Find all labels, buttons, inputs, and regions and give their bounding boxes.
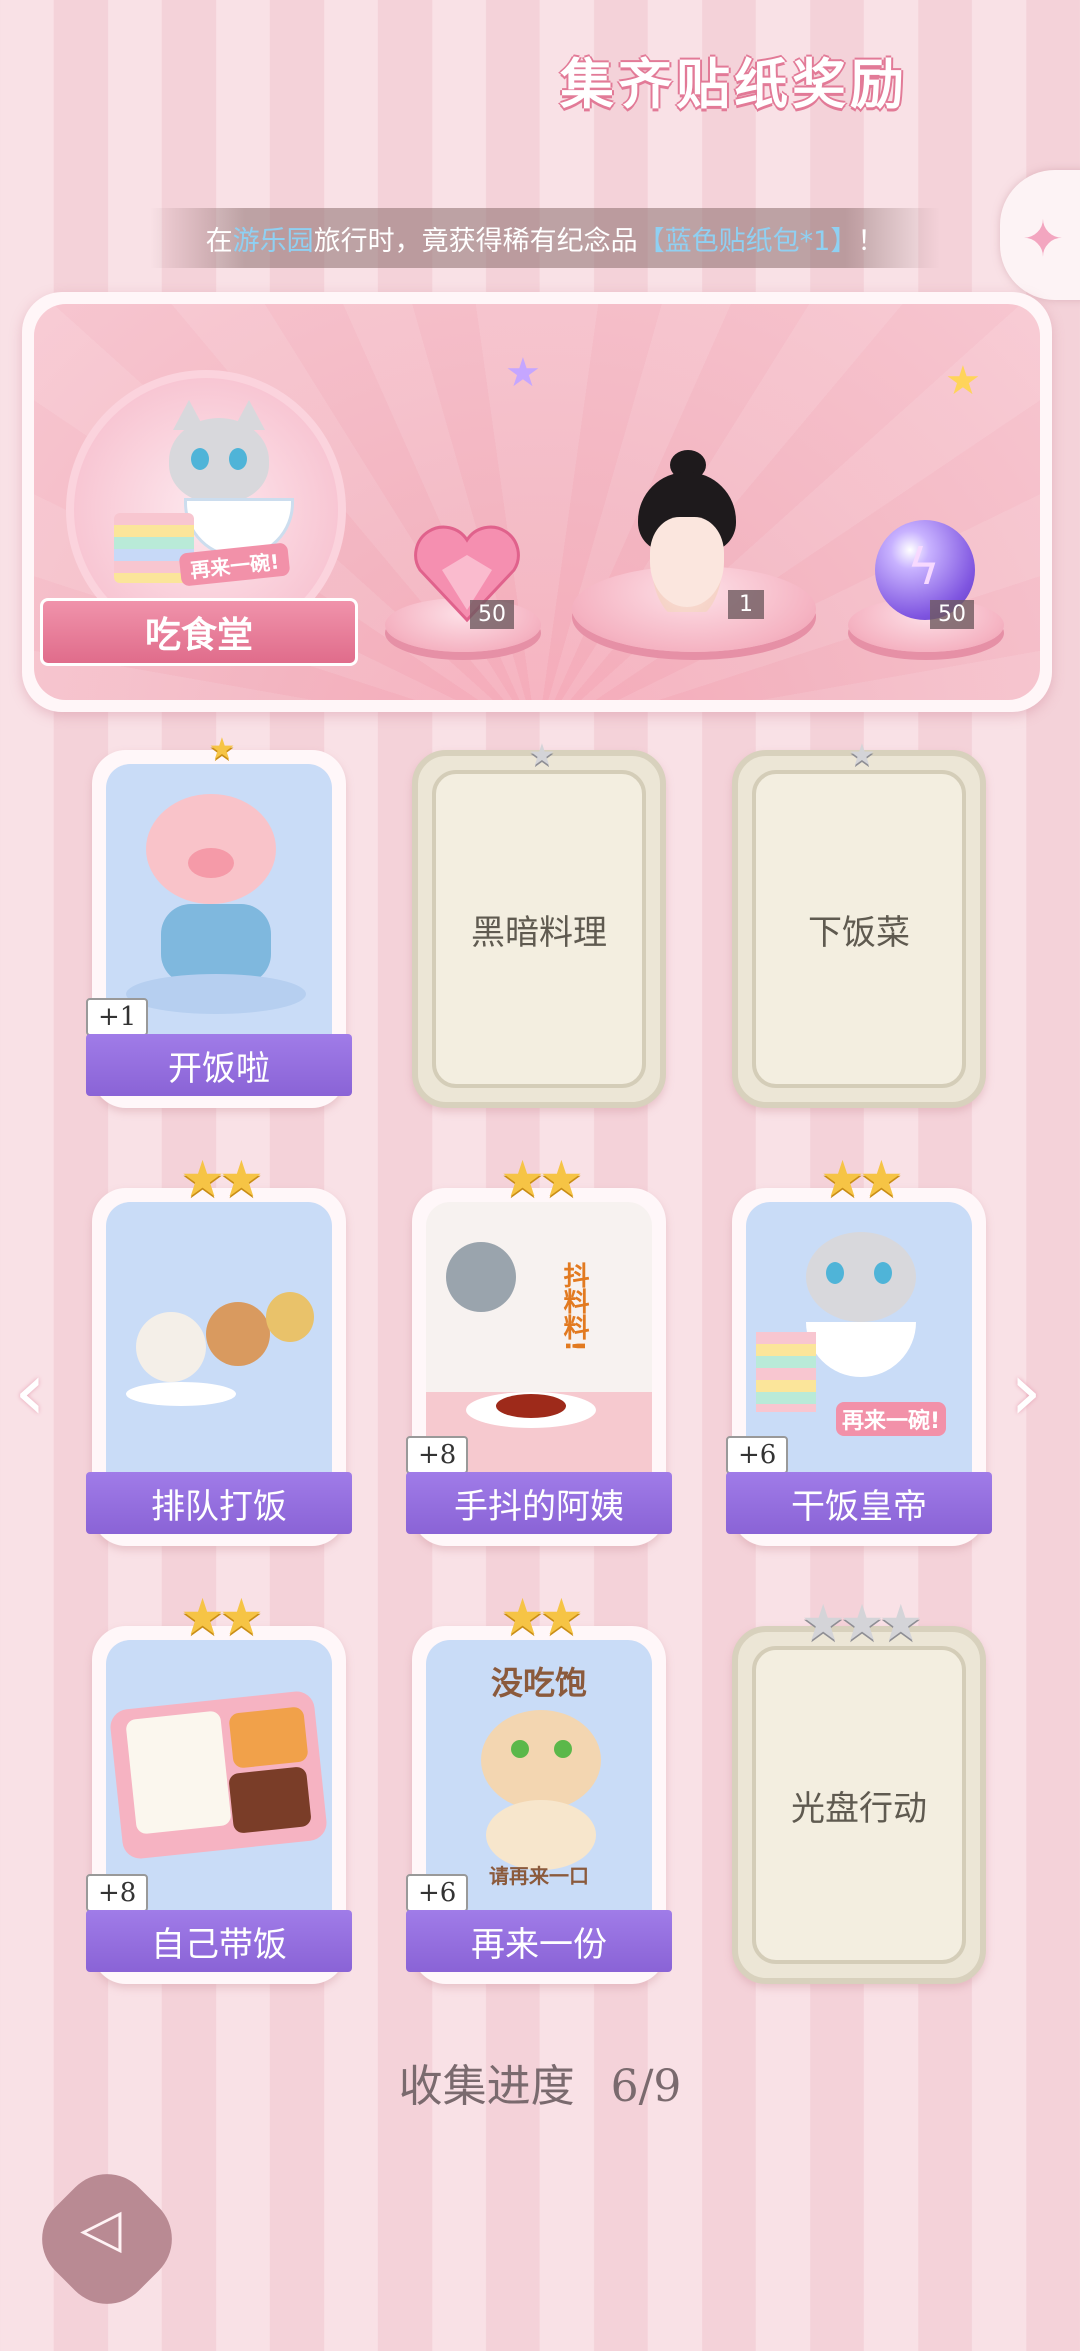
sticker-count: +6 (726, 1436, 789, 1474)
art-text: 抖料料! (559, 1262, 589, 1352)
notice-place: 游乐园 (232, 225, 314, 257)
star-decoration-icon: ★ (945, 358, 981, 404)
star-rating: ★★ (180, 1150, 264, 1208)
sticker-count: +1 (86, 998, 149, 1036)
sticker-card[interactable]: ★★ 抖料料! +8 手抖的阿姨 (406, 1150, 672, 1546)
reward-count: 50 (930, 600, 974, 629)
sticker-name: 再来一份 (406, 1910, 672, 1972)
next-page-arrow[interactable]: › (1010, 1345, 1042, 1438)
sticker-card[interactable]: ★ +1 开饭啦 (86, 732, 352, 1108)
star-decoration-icon: ★ (505, 350, 541, 396)
sticker-name: 手抖的阿姨 (406, 1472, 672, 1534)
star-rating: ★ (528, 738, 556, 773)
notice-prefix: 在 (205, 225, 233, 257)
star-rating: ★ (848, 738, 876, 773)
notice-banner: 在游乐园 旅行时，竟获得稀有纪念品 【蓝色贴纸包*1】！ (150, 208, 940, 268)
sticker-card[interactable]: ★★ 没吃饱 请再来一口 +6 再来一份 (406, 1588, 672, 1984)
sticker-card-locked[interactable]: ★ 黑暗料理 (412, 738, 666, 1108)
reward-count: 1 (728, 590, 764, 619)
back-button[interactable]: ◁ (23, 2155, 191, 2323)
progress-label: 收集进度 (398, 2061, 575, 2112)
star-rating: ★★ (500, 1150, 584, 1208)
sticker-card-locked[interactable]: ★ 下饭菜 (732, 738, 986, 1108)
star-rating: ★★★ (800, 1594, 923, 1652)
side-menu-button[interactable]: ✦ (1000, 170, 1080, 300)
back-arrow-icon: ◁ (80, 2196, 122, 2260)
sticker-name: 黑暗料理 (471, 912, 607, 953)
brush-icon: ✦ (1022, 210, 1064, 268)
art-text: 再来一碗! (836, 1402, 947, 1436)
sticker-name: 开饭啦 (86, 1034, 352, 1096)
art-text: 没吃饱 (490, 1664, 587, 1702)
sticker-name: 下饭菜 (808, 912, 910, 953)
sticker-card-locked[interactable]: ★★★ 光盘行动 (732, 1594, 986, 1984)
sticker-count: +8 (406, 1436, 469, 1474)
cat-icon (169, 400, 269, 503)
progress-value: 6/9 (610, 2061, 682, 2112)
sticker-name: 光盘行动 (791, 1788, 927, 1829)
previous-page-arrow[interactable]: ‹ (14, 1345, 46, 1438)
sticker-card[interactable]: ★★ 再来一碗! +6 干饭皇帝 (726, 1150, 992, 1546)
character-portrait[interactable] (632, 450, 742, 612)
sticker-name: 干饭皇帝 (726, 1472, 992, 1534)
sticker-card[interactable]: ★★ +8 自己带饭 (86, 1588, 352, 1984)
notice-item: 【蓝色贴纸包*1】 (637, 225, 858, 257)
collection-progress: 收集进度 6/9 (0, 2050, 1080, 2114)
sticker-name: 自己带饭 (86, 1910, 352, 1972)
sticker-card[interactable]: ★★ 排队打饭 (86, 1150, 352, 1546)
panel-title: 集齐贴纸奖励 (560, 53, 908, 116)
shop-name-label: 吃食堂 (40, 598, 358, 666)
sticker-count: +8 (86, 1874, 149, 1912)
notice-middle: 旅行时，竟获得稀有纪念品 (313, 225, 638, 257)
notice-suffix: ！ (857, 225, 885, 257)
star-rating: ★ (208, 732, 236, 767)
sticker-count: +6 (406, 1874, 469, 1912)
star-rating: ★★ (820, 1150, 904, 1208)
reward-count: 50 (470, 600, 514, 629)
star-rating: ★★ (180, 1588, 264, 1646)
star-rating: ★★ (500, 1588, 584, 1646)
sticker-name: 排队打饭 (86, 1472, 352, 1534)
